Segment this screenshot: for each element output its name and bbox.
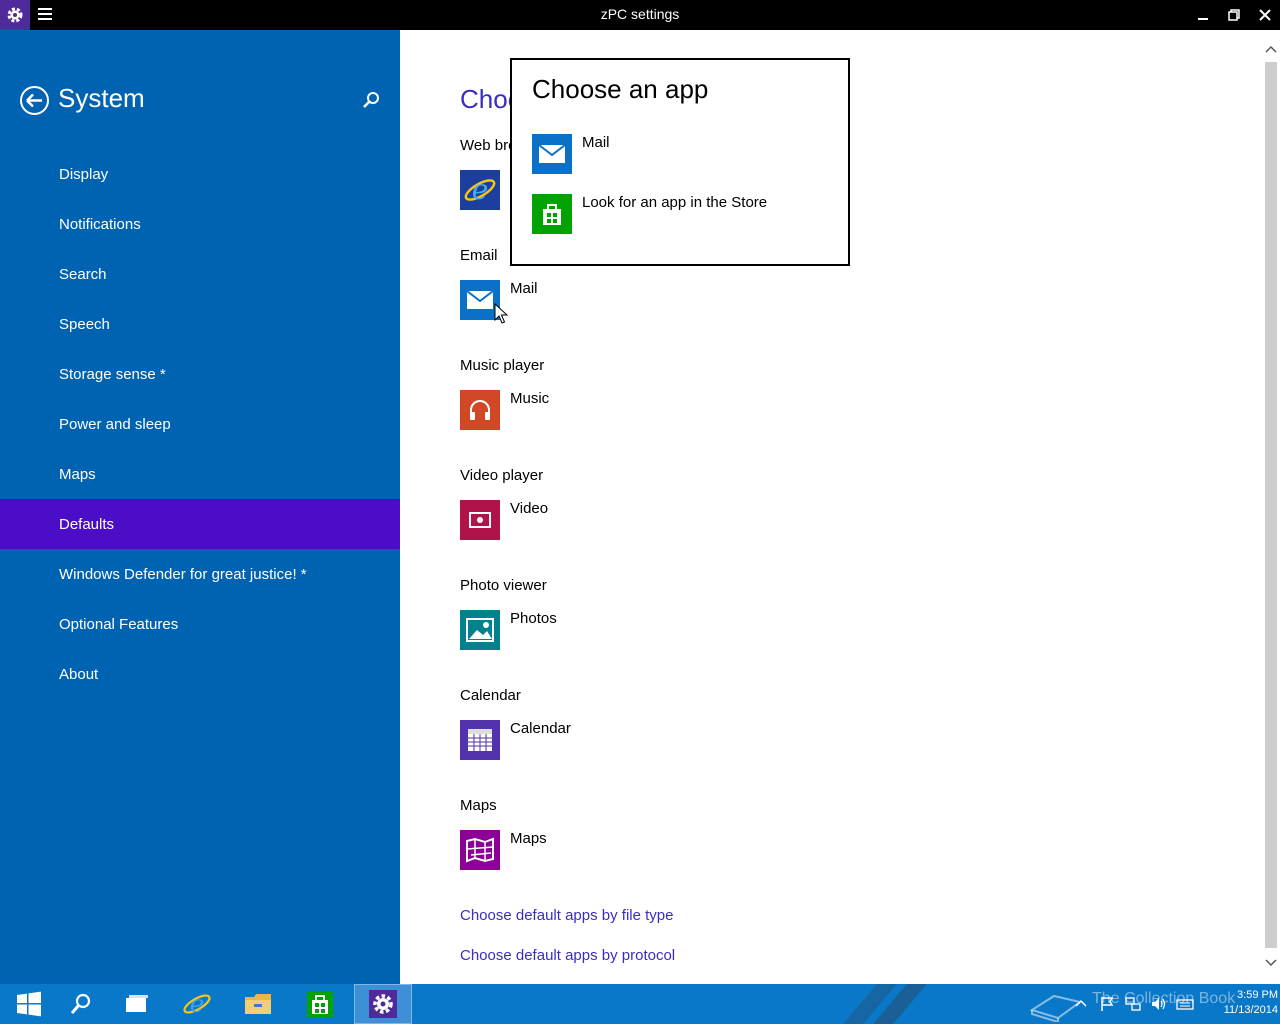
app-name: Maps xyxy=(510,830,547,847)
internet-explorer-icon: e xyxy=(460,170,500,210)
store-icon xyxy=(532,194,572,234)
svg-text:e: e xyxy=(472,173,489,206)
title-bar: zPC settings xyxy=(0,0,1280,30)
flyout-option-store[interactable]: Look for an app in the Store xyxy=(532,194,767,234)
calendar-icon xyxy=(460,720,500,760)
section-label-email: Email xyxy=(460,247,498,264)
keyboard-icon[interactable] xyxy=(1176,995,1194,1013)
taskbar-internet-explorer[interactable]: e xyxy=(168,984,226,1024)
app-name: Music xyxy=(510,390,550,407)
volume-icon[interactable] xyxy=(1150,995,1168,1013)
choose-an-app-flyout: Choose an app Mail Look for an app in th… xyxy=(510,58,850,266)
app-name: Photos xyxy=(510,610,557,627)
default-web-browser[interactable]: e xyxy=(460,170,510,210)
maps-icon xyxy=(460,830,500,870)
clock-time: 3:59 PM xyxy=(1237,989,1278,1001)
restore-button[interactable] xyxy=(1219,0,1249,30)
photos-icon xyxy=(460,610,500,650)
window-title: zPC settings xyxy=(600,6,680,22)
search-icon[interactable] xyxy=(361,90,381,110)
internet-explorer-icon: e xyxy=(183,989,211,1018)
section-label-music-player: Music player xyxy=(460,357,545,374)
gear-icon xyxy=(369,990,397,1018)
mail-icon xyxy=(532,134,572,174)
sidebar-item-power-and-sleep[interactable]: Power and sleep xyxy=(0,399,400,449)
section-label-photo-viewer: Photo viewer xyxy=(460,577,547,594)
minimize-icon xyxy=(1198,18,1208,20)
headphones-icon xyxy=(460,390,500,430)
vertical-scrollbar[interactable] xyxy=(1262,30,1280,984)
sidebar-item-about[interactable]: About xyxy=(0,649,400,699)
flyout-title: Choose an app xyxy=(532,74,709,104)
default-music-app[interactable]: Music xyxy=(460,390,549,430)
app-name: Mail xyxy=(510,280,538,297)
sidebar-item-display[interactable]: Display xyxy=(0,149,400,199)
svg-text:e: e xyxy=(190,989,205,1018)
taskbar-clock[interactable]: 3:59 PM 11/13/2014 xyxy=(1200,988,1278,1018)
sidebar-title: System xyxy=(58,83,145,113)
close-button[interactable] xyxy=(1250,0,1280,30)
section-label-video-player: Video player xyxy=(460,467,544,484)
close-icon xyxy=(1259,9,1271,21)
default-video-app[interactable]: Video xyxy=(460,500,548,540)
network-icon[interactable] xyxy=(1124,995,1142,1013)
default-photo-app[interactable]: Photos xyxy=(460,610,557,650)
minimize-button[interactable] xyxy=(1188,0,1218,30)
task-view-button[interactable] xyxy=(108,984,166,1024)
taskbar-store[interactable] xyxy=(291,984,349,1024)
sidebar-item-speech[interactable]: Speech xyxy=(0,299,400,349)
show-hidden-icons-icon[interactable] xyxy=(1072,995,1090,1013)
sidebar: System Display Notifications Search Spee… xyxy=(0,30,400,984)
flyout-option-label: Look for an app in the Store xyxy=(582,194,768,211)
taskbar-file-explorer[interactable] xyxy=(229,984,287,1024)
windows-logo-icon xyxy=(17,991,41,1017)
store-icon xyxy=(307,991,333,1017)
default-calendar-app[interactable]: Calendar xyxy=(460,720,571,760)
scrollbar-thumb[interactable] xyxy=(1265,62,1277,948)
taskbar-settings[interactable] xyxy=(354,984,412,1024)
section-label-web-browser: Web bro xyxy=(460,137,517,154)
sidebar-item-storage-sense[interactable]: Storage sense * xyxy=(0,349,400,399)
default-maps-app[interactable]: Maps xyxy=(460,830,547,870)
taskbar-search-button[interactable] xyxy=(52,984,110,1024)
back-arrow-icon[interactable] xyxy=(19,85,50,116)
mouse-cursor-icon xyxy=(494,303,508,324)
app-name: Video xyxy=(510,500,549,517)
flyout-option-label: Mail xyxy=(582,134,610,151)
sidebar-item-maps[interactable]: Maps xyxy=(0,449,400,499)
clock-date: 11/13/2014 xyxy=(1223,1004,1278,1016)
section-label-calendar: Calendar xyxy=(460,687,521,704)
restore-icon xyxy=(1228,9,1240,21)
sidebar-item-search[interactable]: Search xyxy=(0,249,400,299)
flyout-option-mail[interactable]: Mail xyxy=(532,134,610,174)
system-tray xyxy=(1072,984,1202,1024)
start-button[interactable] xyxy=(0,984,58,1024)
video-icon xyxy=(460,500,500,540)
sidebar-item-optional-features[interactable]: Optional Features xyxy=(0,599,400,649)
action-center-flag-icon[interactable] xyxy=(1098,995,1116,1013)
scroll-up-arrow-icon[interactable] xyxy=(1265,44,1277,56)
link-default-apps-by-file-type[interactable]: Choose default apps by file type xyxy=(460,907,673,924)
taskbar: e The Collection Book 3:59 PM 11/13/2014 xyxy=(0,984,1280,1024)
sidebar-item-notifications[interactable]: Notifications xyxy=(0,199,400,249)
link-default-apps-by-protocol[interactable]: Choose default apps by protocol xyxy=(460,947,675,964)
sidebar-item-defaults[interactable]: Defaults xyxy=(0,499,400,549)
sidebar-item-windows-defender[interactable]: Windows Defender for great justice! * xyxy=(0,549,400,599)
folder-icon xyxy=(245,994,271,1014)
scroll-down-arrow-icon[interactable] xyxy=(1265,956,1277,968)
app-name: Calendar xyxy=(510,720,571,737)
search-icon xyxy=(70,993,91,1014)
task-view-icon xyxy=(126,995,148,1012)
section-label-maps: Maps xyxy=(460,797,497,814)
